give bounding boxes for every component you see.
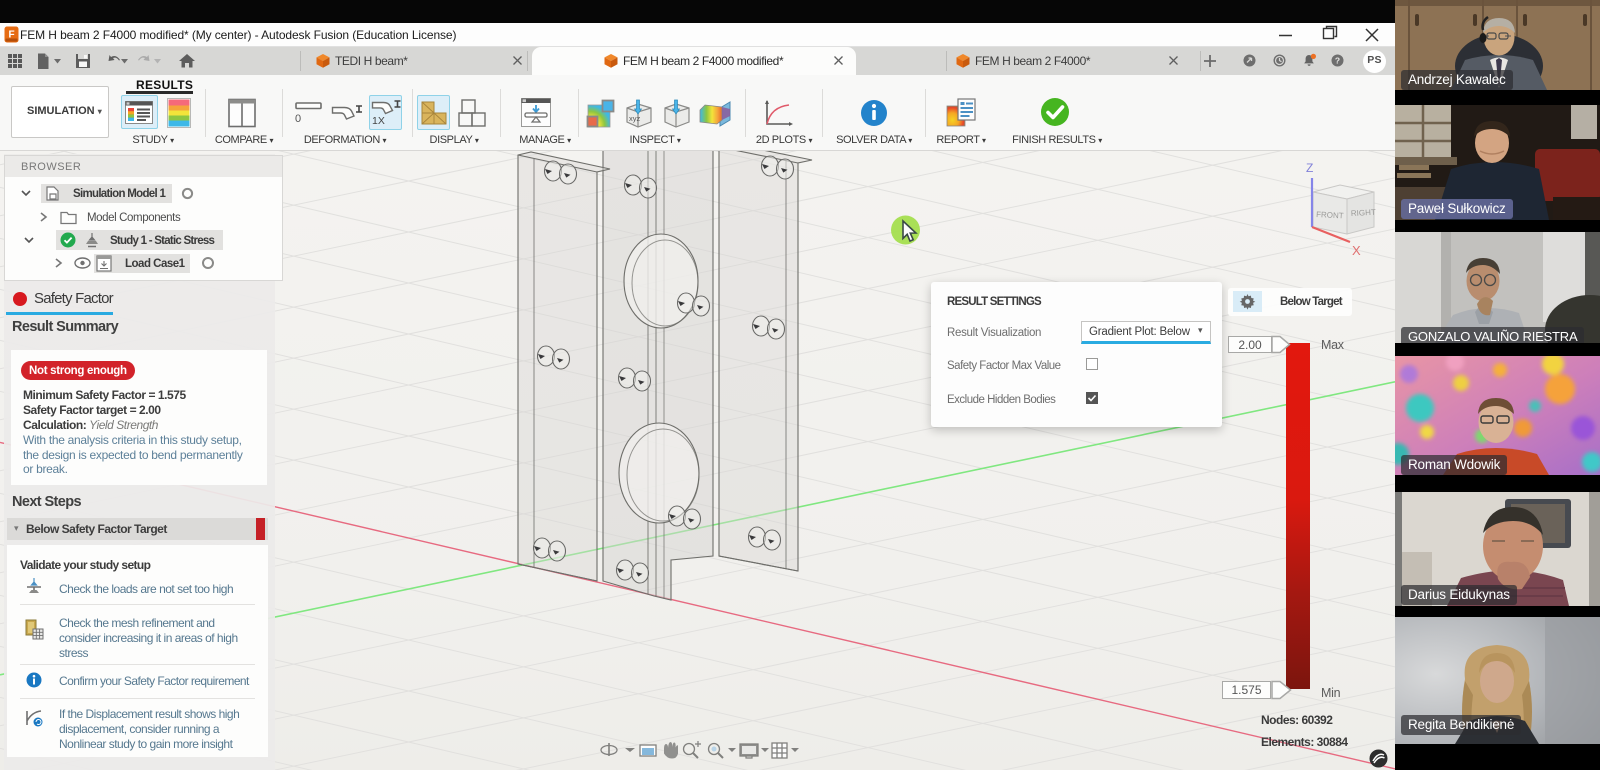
svg-text:F: F — [8, 30, 14, 41]
svg-text:FRONT: FRONT — [1316, 210, 1344, 220]
svg-text:RIGHT: RIGHT — [1351, 208, 1376, 218]
svg-text:xyz: xyz — [629, 114, 641, 123]
svg-text:1X: 1X — [372, 115, 385, 127]
svg-text:?: ? — [1335, 55, 1340, 65]
svg-text:0: 0 — [295, 113, 301, 124]
svg-text:X: X — [1352, 243, 1361, 258]
svg-text:Z: Z — [1306, 161, 1313, 175]
